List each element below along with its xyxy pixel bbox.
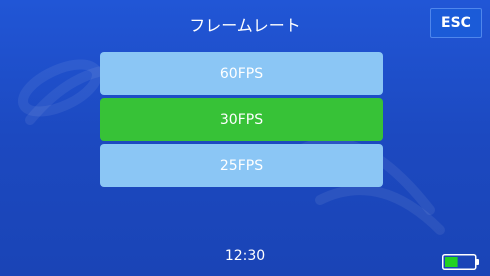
battery-icon [442, 254, 479, 270]
option-60fps[interactable]: 60FPS [100, 52, 383, 95]
battery-level-fill [445, 257, 458, 267]
page-title: フレームレート [189, 16, 301, 35]
esc-button[interactable]: ESC [430, 8, 482, 38]
screen: フレームレート ESC 60FPS 30FPS 25FPS 12:30 [0, 0, 490, 276]
option-25fps[interactable]: 25FPS [100, 144, 383, 187]
frame-rate-option-list: 60FPS 30FPS 25FPS [100, 52, 383, 187]
clock: 12:30 [224, 248, 266, 264]
option-30fps[interactable]: 30FPS [100, 98, 383, 141]
